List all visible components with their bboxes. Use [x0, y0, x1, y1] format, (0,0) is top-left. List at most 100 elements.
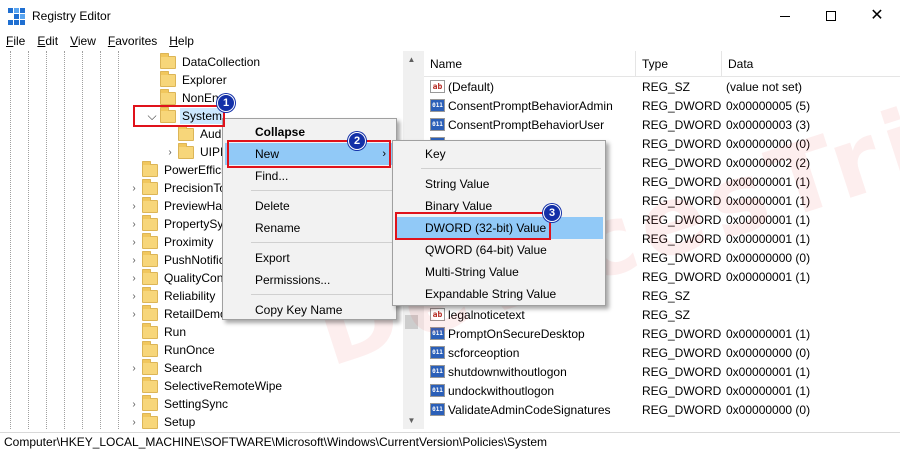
chevron-right-icon[interactable]: ›: [128, 417, 140, 428]
close-button[interactable]: ✕: [854, 0, 900, 32]
tree-item[interactable]: SelectiveRemoteWipe: [128, 376, 284, 395]
context-menu-item[interactable]: Permissions...: [225, 269, 394, 291]
value-row[interactable]: ab legalnoticetext REG_SZ: [424, 305, 900, 324]
value-row[interactable]: 011 scforceoption REG_DWORD 0x00000000 (0): [424, 343, 900, 362]
value-row[interactable]: 011 ConsentPromptBehaviorAdmin REG_DWORD 0x…: [424, 96, 900, 115]
chevron-right-icon[interactable]: ›: [128, 363, 140, 374]
value-data: 0x00000001 (1): [726, 231, 811, 246]
chevron-right-icon[interactable]: ›: [128, 201, 140, 212]
context-menu-item[interactable]: Find...: [225, 165, 394, 187]
tree-item[interactable]: › QualityCon: [128, 268, 225, 287]
menu-view[interactable]: View: [64, 32, 102, 50]
context-menu-item[interactable]: Copy Key Name: [225, 299, 394, 321]
value-type: REG_DWORD: [642, 269, 722, 284]
value-row[interactable]: 011 ValidateAdminCodeSignatures REG_DWORD 0…: [424, 400, 900, 419]
folder-icon: [160, 70, 176, 87]
new-submenu-item[interactable]: String Value: [395, 173, 603, 195]
chevron-right-icon[interactable]: ›: [128, 273, 140, 284]
tree-item[interactable]: › PropertySys: [128, 214, 231, 233]
tree-item[interactable]: › Proximity: [128, 232, 215, 251]
value-name: shutdownwithoutlogon: [448, 364, 567, 379]
tree-item[interactable]: › SettingSync: [128, 394, 230, 413]
value-row[interactable]: 011 ConsentPromptBehaviorUser REG_DWORD 0x0…: [424, 115, 900, 134]
value-row[interactable]: 011 undockwithoutlogon REG_DWORD 0x00000001…: [424, 381, 900, 400]
value-name-cell: ab (Default): [424, 80, 636, 94]
tree-item[interactable]: › Reliability: [128, 286, 217, 305]
callout-box-dword: [395, 212, 551, 240]
maximize-button[interactable]: [808, 0, 854, 32]
menu-separator: [251, 242, 392, 243]
value-data: 0x00000001 (1): [726, 383, 811, 398]
column-data-header[interactable]: Data: [722, 51, 900, 77]
tree-item[interactable]: Aud: [164, 124, 223, 143]
menu-file[interactable]: File: [0, 32, 31, 50]
chevron-right-icon[interactable]: ›: [128, 219, 140, 230]
tree-item[interactable]: › Search: [128, 358, 204, 377]
context-menu-item[interactable]: Export: [225, 247, 394, 269]
value-row[interactable]: 011 PromptOnSecureDesktop REG_DWORD 0x00000…: [424, 324, 900, 343]
chevron-right-icon[interactable]: ›: [128, 255, 140, 266]
value-row[interactable]: 011 shutdownwithoutlogon REG_DWORD 0x000000…: [424, 362, 900, 381]
context-menu-item-label: Rename: [255, 221, 301, 235]
tree-item-label: PushNotific: [164, 253, 225, 267]
chevron-right-icon[interactable]: ›: [164, 147, 176, 158]
folder-icon: [160, 52, 176, 69]
menu-edit[interactable]: Edit: [31, 32, 64, 50]
tree-item[interactable]: Explorer: [146, 70, 229, 89]
tree-item[interactable]: PowerEffici: [128, 160, 226, 179]
context-menu-item[interactable]: Delete: [225, 195, 394, 217]
menu-separator: [251, 190, 392, 191]
tree-item[interactable]: DataCollection: [146, 52, 262, 71]
column-type-header[interactable]: Type: [636, 51, 722, 77]
new-submenu-item[interactable]: QWORD (64-bit) Value: [395, 239, 603, 261]
context-menu-item-label: Delete: [255, 199, 290, 213]
new-submenu-item[interactable]: Expandable String Value: [395, 283, 603, 305]
chevron-right-icon[interactable]: ›: [128, 183, 140, 194]
tree-item[interactable]: › PushNotific: [128, 250, 227, 269]
tree-item[interactable]: › PrecisionTo: [128, 178, 228, 197]
scroll-up-arrow-icon[interactable]: ▲: [403, 51, 420, 68]
binary-value-icon: 011: [430, 327, 445, 340]
folder-icon: [178, 124, 194, 141]
binary-value-icon: 011: [430, 99, 445, 112]
column-name-header[interactable]: Name: [424, 51, 636, 77]
folder-icon: [142, 412, 158, 429]
menu-separator: [421, 168, 601, 169]
context-menu-item-label: Permissions...: [255, 273, 331, 287]
chevron-right-icon[interactable]: ›: [128, 237, 140, 248]
menu-favorites[interactable]: Favorites: [102, 32, 163, 50]
folder-icon: [142, 178, 158, 195]
value-name: ConsentPromptBehaviorAdmin: [448, 98, 613, 113]
menu-help[interactable]: Help: [163, 32, 200, 50]
folder-icon: [142, 394, 158, 411]
new-submenu-item[interactable]: Key: [395, 143, 603, 165]
value-name: ValidateAdminCodeSignatures: [448, 402, 611, 417]
callout-badge-3: 3: [543, 204, 561, 222]
value-name-cell: ab legalnoticetext: [424, 308, 636, 322]
new-submenu-item-label: String Value: [425, 177, 490, 191]
folder-icon: [178, 142, 194, 159]
minimize-button[interactable]: [762, 0, 808, 32]
chevron-right-icon[interactable]: ›: [128, 291, 140, 302]
context-menu-item[interactable]: Rename: [225, 217, 394, 239]
tree-item[interactable]: › RetailDemo: [128, 304, 229, 323]
tree-item[interactable]: › Setup: [128, 412, 197, 429]
value-type: REG_DWORD: [642, 250, 722, 265]
binary-value-icon: 011: [430, 365, 445, 378]
chevron-right-icon[interactable]: ›: [128, 309, 140, 320]
tree-item[interactable]: › PreviewHar: [128, 196, 228, 215]
value-type: REG_DWORD: [642, 326, 722, 341]
new-submenu-item-label: Multi-String Value: [425, 265, 519, 279]
tree-item[interactable]: RunOnce: [128, 340, 217, 359]
tree-item[interactable]: › UIPI: [164, 142, 225, 161]
tree-item-label: Explorer: [182, 73, 227, 87]
tree-item[interactable]: Run: [128, 322, 188, 341]
new-submenu-item[interactable]: Multi-String Value: [395, 261, 603, 283]
new-submenu-item-label: QWORD (64-bit) Value: [425, 243, 547, 257]
tree-scroll-thumb[interactable]: [405, 315, 418, 329]
value-type: REG_DWORD: [642, 345, 722, 360]
menu-bar: File Edit View Favorites Help: [0, 32, 200, 50]
value-row[interactable]: ab (Default) REG_SZ (value not set): [424, 77, 900, 96]
scroll-down-arrow-icon[interactable]: ▼: [403, 412, 420, 429]
chevron-right-icon[interactable]: ›: [128, 399, 140, 410]
